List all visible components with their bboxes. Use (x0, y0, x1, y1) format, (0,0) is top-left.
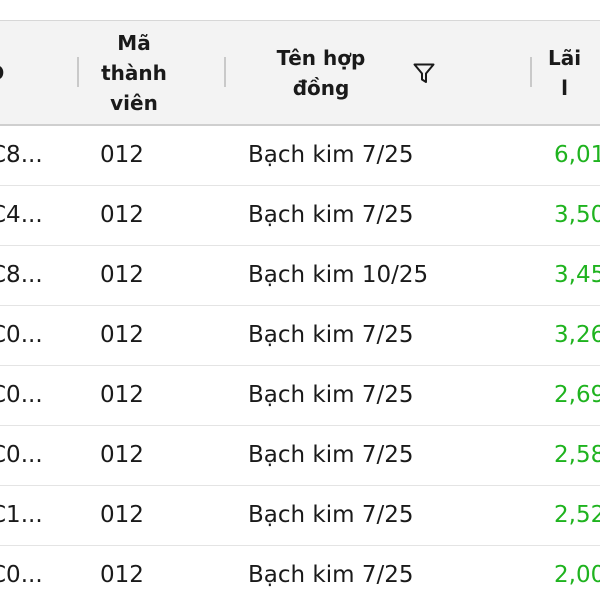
cell-contract-name: Bạch kim 10/25 (248, 262, 429, 288)
cell-member-code: 012 (100, 502, 144, 528)
cell-member-code: 012 (100, 202, 144, 228)
table-row[interactable]: C4... 012 Bạch kim 7/25 3,50 (0, 186, 600, 246)
cell-contract-name: Bạch kim 7/25 (248, 562, 414, 588)
cell-id: C0... (0, 562, 43, 588)
column-resize-handle[interactable] (77, 57, 79, 87)
table-row[interactable]: C0... 012 Bạch kim 7/25 2,69 (0, 366, 600, 426)
table-row[interactable]: C1... 012 Bạch kim 7/25 2,52 (0, 486, 600, 546)
cell-member-code: 012 (100, 142, 144, 168)
column-header-id[interactable]: D (0, 21, 52, 124)
table-body: C8... 012 Bạch kim 7/25 6,01 C4... 012 B… (0, 126, 600, 600)
column-header-contract-name[interactable]: Tên hợp đồng (246, 21, 436, 124)
table-row[interactable]: C0... 012 Bạch kim 7/25 2,58 (0, 426, 600, 486)
cell-id: C0... (0, 442, 43, 468)
cell-id: C8... (0, 142, 43, 168)
table-row[interactable]: C8... 012 Bạch kim 10/25 3,45 (0, 246, 600, 306)
cell-profit: 2,52 (554, 502, 600, 528)
cell-profit: 3,50 (554, 202, 600, 228)
cell-id: C0... (0, 322, 43, 348)
cell-contract-name: Bạch kim 7/25 (248, 502, 414, 528)
cell-member-code: 012 (100, 562, 144, 588)
cell-member-code: 012 (100, 382, 144, 408)
table-row[interactable]: C8... 012 Bạch kim 7/25 6,01 (0, 126, 600, 186)
data-table: D Mã thành viên Tên hợp đồng Lãi l C8...… (0, 0, 600, 600)
cell-contract-name: Bạch kim 7/25 (248, 442, 414, 468)
cell-profit: 2,00 (554, 562, 600, 588)
table-row[interactable]: C0... 012 Bạch kim 7/25 3,26 (0, 306, 600, 366)
cell-profit: 3,45 (554, 262, 600, 288)
cell-id: C0... (0, 382, 43, 408)
filter-icon[interactable] (412, 61, 436, 85)
column-header-profit[interactable]: Lãi l (548, 21, 600, 124)
cell-profit: 3,26 (554, 322, 600, 348)
column-header-profit-label: Lãi l (548, 45, 582, 100)
column-resize-handle[interactable] (530, 57, 532, 87)
table-header: D Mã thành viên Tên hợp đồng Lãi l (0, 21, 600, 126)
column-resize-handle[interactable] (224, 57, 226, 87)
table-row[interactable]: C0... 012 Bạch kim 7/25 2,00 (0, 546, 600, 600)
cell-id: C4... (0, 202, 43, 228)
cell-contract-name: Bạch kim 7/25 (248, 322, 414, 348)
cell-profit: 6,01 (554, 142, 600, 168)
cell-id: C8... (0, 262, 43, 288)
cell-contract-name: Bạch kim 7/25 (248, 202, 414, 228)
column-header-id-label: D (0, 58, 4, 88)
cell-member-code: 012 (100, 262, 144, 288)
column-header-contract-name-label: Tên hợp đồng (276, 45, 366, 100)
cell-contract-name: Bạch kim 7/25 (248, 142, 414, 168)
column-header-member-code[interactable]: Mã thành viên (84, 21, 184, 124)
cell-member-code: 012 (100, 322, 144, 348)
cell-id: C1... (0, 502, 43, 528)
cell-member-code: 012 (100, 442, 144, 468)
cell-profit: 2,58 (554, 442, 600, 468)
cell-profit: 2,69 (554, 382, 600, 408)
column-header-member-code-label: Mã thành viên (101, 30, 167, 115)
cell-contract-name: Bạch kim 7/25 (248, 382, 414, 408)
